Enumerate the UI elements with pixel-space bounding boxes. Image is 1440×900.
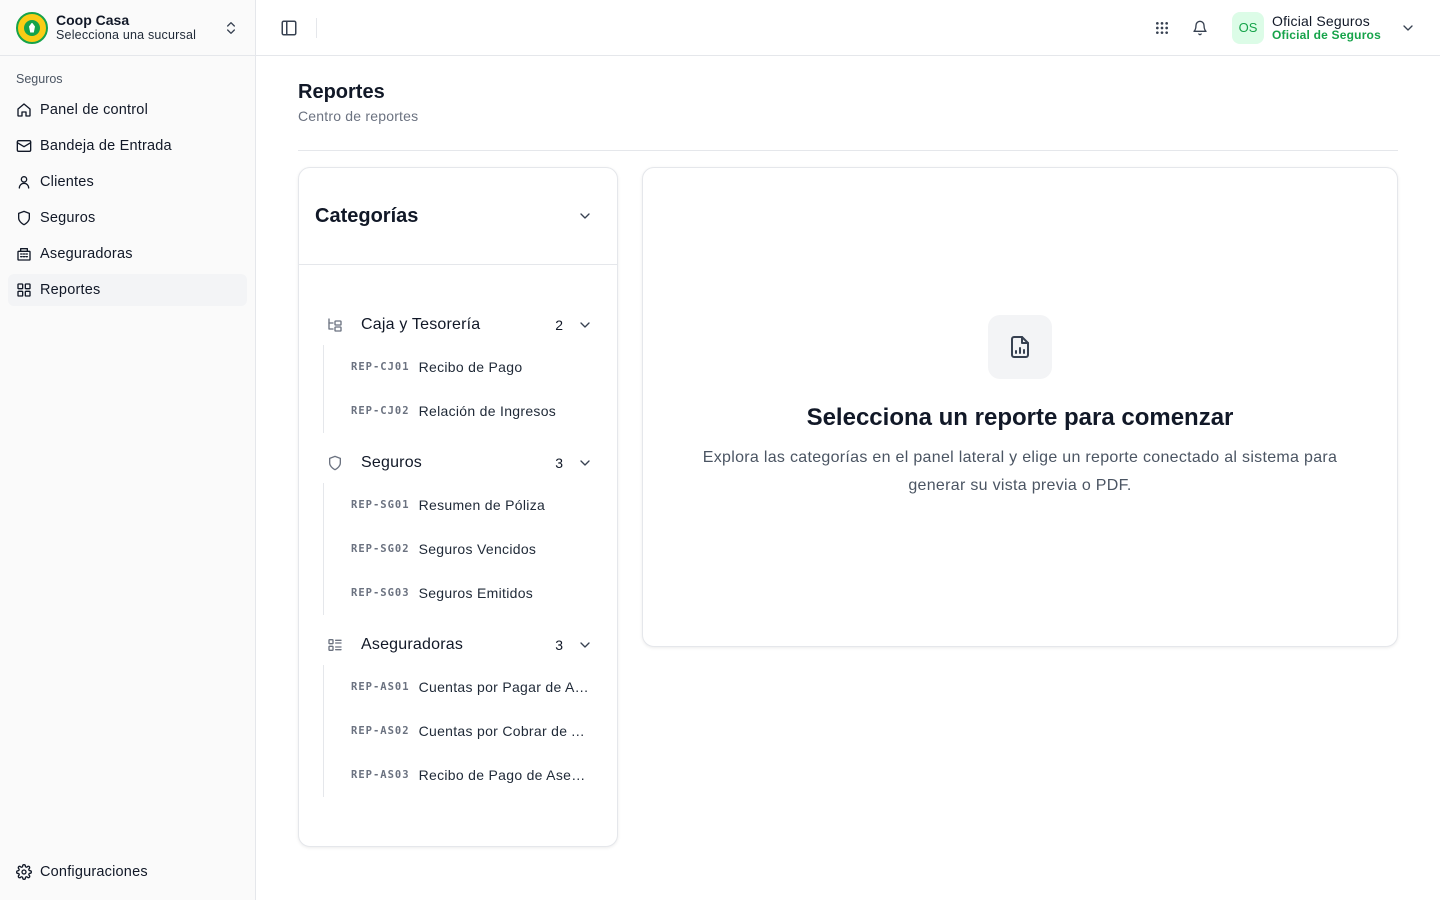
report-label: Resumen de Póliza — [418, 497, 546, 513]
report-item[interactable]: REP-CJ02 Relación de Ingresos — [351, 389, 593, 433]
topbar: OS Oficial Seguros Oficial de Seguros — [256, 0, 1440, 56]
report-preview-panel: Selecciona un reporte para comenzar Expl… — [642, 167, 1398, 647]
report-label: Seguros Vencidos — [418, 541, 537, 557]
sidebar-item-bandeja-de-entrada[interactable]: Bandeja de Entrada — [8, 130, 247, 162]
report-item[interactable]: REP-AS01 Cuentas por Pagar de Asegurador… — [351, 665, 593, 709]
report-label: Recibo de Pago — [418, 359, 523, 375]
home-icon — [17, 103, 31, 117]
report-label: Cuentas por Cobrar de Aseguradoras — [418, 723, 593, 739]
category-group-label: Caja y Tesorería — [361, 316, 481, 333]
report-code: REP-SG03 — [351, 587, 410, 599]
divider — [298, 150, 1398, 151]
sidebar-item-label: Reportes — [40, 282, 101, 298]
sidebar-item-label: Clientes — [40, 174, 94, 190]
nav-group-seguros: Seguros Panel de control Bandeja de Entr… — [0, 56, 255, 310]
shield-icon — [18, 210, 30, 226]
empty-state-icon-box — [988, 315, 1052, 379]
empty-state-title: Selecciona un reporte para comenzar — [806, 404, 1234, 431]
sidebar-item-clientes[interactable]: Clientes — [8, 166, 247, 198]
report-code: REP-AS03 — [351, 769, 410, 781]
report-list: REP-AS01 Cuentas por Pagar de Asegurador… — [323, 665, 593, 797]
user-icon — [18, 176, 30, 189]
panel-left-icon — [281, 20, 297, 35]
sidebar-item-label: Panel de control — [40, 102, 148, 118]
category-group-seguros[interactable]: Seguros 3 — [327, 443, 593, 483]
brand-subtitle: Selecciona una sucursal — [56, 28, 197, 43]
sidebar-item-label: Seguros — [40, 210, 96, 226]
toolbar-divider — [316, 17, 317, 38]
category-group-label: Aseguradoras — [361, 636, 464, 653]
sidebar-item-panel-de-control[interactable]: Panel de control — [8, 94, 247, 126]
report-label: Recibo de Pago de Aseguradoras — [418, 767, 593, 783]
report-label: Cuentas por Pagar de Aseguradoras — [418, 679, 593, 695]
report-label: Seguros Emitidos — [418, 585, 534, 601]
avatar: OS — [1232, 11, 1264, 44]
grid-icon — [17, 283, 31, 297]
sidebar-item-reportes[interactable]: Reportes — [8, 274, 247, 306]
sidebar-item-label: Bandeja de Entrada — [40, 138, 172, 154]
report-list: REP-CJ01 Recibo de Pago REP-CJ02 Relació… — [323, 345, 593, 433]
chevron-down-icon — [580, 213, 590, 219]
apps-grid-icon — [1156, 21, 1168, 34]
report-code: REP-CJ02 — [351, 405, 410, 417]
coop-casa-logo — [16, 11, 48, 44]
report-label: Relación de Ingresos — [418, 403, 557, 419]
report-item[interactable]: REP-SG01 Resumen de Póliza — [351, 483, 593, 527]
report-item[interactable]: REP-AS02 Cuentas por Cobrar de Asegurado… — [351, 709, 593, 753]
category-count-badge: 3 — [555, 637, 563, 653]
report-item[interactable]: REP-AS03 Recibo de Pago de Aseguradoras — [351, 753, 593, 797]
categories-title: Categorías — [315, 204, 419, 227]
chevron-down-icon — [580, 322, 590, 328]
report-code: REP-SG02 — [351, 543, 410, 555]
chevron-down-icon — [580, 642, 590, 648]
gear-icon — [16, 864, 32, 880]
report-code: REP-CJ01 — [351, 361, 410, 373]
empty-state-description: Explora las categorías en el panel later… — [702, 449, 1338, 494]
page-title: Reportes — [298, 81, 385, 103]
list-icon — [328, 639, 342, 651]
user-name: Oficial Seguros — [1272, 12, 1370, 29]
sidebar-item-configuraciones[interactable]: Configuraciones — [8, 856, 247, 888]
user-menu[interactable]: OS Oficial Seguros Oficial de Seguros — [1232, 11, 1416, 44]
mail-icon — [16, 140, 32, 152]
user-role: Oficial de Seguros — [1272, 28, 1381, 42]
chevron-down-icon — [1403, 24, 1413, 31]
category-count-badge: 2 — [555, 317, 563, 333]
brand-title: Coop Casa — [56, 12, 130, 29]
report-code: REP-SG01 — [351, 499, 410, 511]
branch-switcher[interactable]: Coop Casa Selecciona una sucursal — [0, 0, 255, 56]
sidebar-item-label: Aseguradoras — [40, 246, 133, 262]
sidebar: Coop Casa Selecciona una sucursal Seguro… — [0, 0, 256, 900]
tree-icon — [328, 318, 342, 332]
report-item[interactable]: REP-SG02 Seguros Vencidos — [351, 527, 593, 571]
report-code: REP-AS02 — [351, 725, 410, 737]
report-code: REP-AS01 — [351, 681, 410, 693]
category-group-caja-tesoreria[interactable]: Caja y Tesorería 2 — [327, 305, 593, 345]
categories-header[interactable]: Categorías — [299, 168, 617, 265]
bell-icon — [1193, 20, 1207, 35]
page-subtitle: Centro de reportes — [298, 108, 419, 124]
sidebar-item-aseguradoras[interactable]: Aseguradoras — [8, 238, 247, 270]
category-group-aseguradoras[interactable]: Aseguradoras 3 — [327, 625, 593, 665]
chevrons-up-down-icon — [227, 21, 235, 34]
file-chart-icon — [1011, 336, 1029, 358]
sidebar-item-seguros[interactable]: Seguros — [8, 202, 247, 234]
apps-button[interactable] — [1148, 14, 1176, 42]
notifications-button[interactable] — [1186, 14, 1214, 42]
report-item[interactable]: REP-CJ01 Recibo de Pago — [351, 345, 593, 389]
report-item[interactable]: REP-SG03 Seguros Emitidos — [351, 571, 593, 615]
category-count-badge: 3 — [555, 455, 563, 471]
sidebar-item-label: Configuraciones — [40, 864, 148, 880]
category-group-label: Seguros — [361, 454, 422, 471]
chevron-down-icon — [580, 460, 590, 466]
categories-panel: Categorías Caja y Tesorería 2 REP-CJ01 R… — [298, 167, 618, 847]
report-list: REP-SG01 Resumen de Póliza REP-SG02 Segu… — [323, 483, 593, 615]
building-icon — [17, 248, 31, 261]
nav-group-label: Seguros — [16, 72, 63, 86]
shield-icon — [329, 455, 341, 471]
sidebar-toggle-button[interactable] — [280, 18, 300, 38]
